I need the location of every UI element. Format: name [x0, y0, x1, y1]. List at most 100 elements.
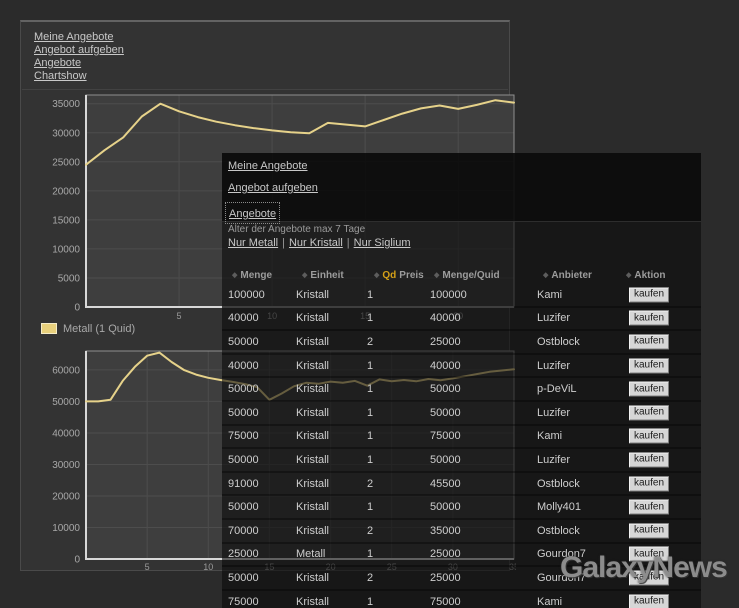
cell-anbieter: Luzifer	[537, 360, 570, 372]
svg-text:30000: 30000	[52, 460, 80, 471]
popup-menu: Meine Angebote Angebot aufgeben Angebote	[222, 153, 701, 222]
cell-menge-quid: 100000	[430, 289, 467, 301]
kaufen-button[interactable]: kaufen	[629, 523, 669, 538]
cell-menge: 40000	[228, 360, 259, 372]
sort-icon: ◆	[302, 272, 307, 279]
filter-nur-metall[interactable]: Nur Metall	[228, 237, 278, 249]
cell-anbieter: Ostblock	[537, 525, 580, 537]
popup-link-meine-angebote[interactable]: Meine Angebote	[228, 160, 308, 172]
kaufen-button[interactable]: kaufen	[629, 452, 669, 467]
cell-anbieter: Ostblock	[537, 478, 580, 490]
cell-menge: 40000	[228, 312, 259, 324]
menu-link-angebote[interactable]: Angebote	[34, 57, 124, 70]
sort-icon: ◆	[543, 272, 548, 279]
popup-link-angebot-aufgeben[interactable]: Angebot aufgeben	[228, 182, 318, 194]
sort-icon: ◆	[232, 272, 237, 279]
table-row: 75000Kristall175000Kamikaufen	[222, 426, 701, 450]
table-row: 25000Metall125000Gourdon7kaufen	[222, 544, 701, 568]
kaufen-button[interactable]: kaufen	[629, 500, 669, 515]
offers-table-body: 100000Kristall1100000Kamikaufen40000Kris…	[222, 284, 701, 608]
cell-menge-quid: 75000	[430, 430, 461, 442]
column-header-label: Aktion	[634, 270, 665, 281]
kaufen-button[interactable]: kaufen	[629, 594, 669, 608]
offer-age-note: Alter der Angebote max 7 Tage	[228, 224, 365, 235]
sort-icon: ◆	[626, 272, 631, 279]
column-header-einheit[interactable]: ◆Einheit	[302, 270, 344, 281]
kaufen-button[interactable]: kaufen	[629, 287, 669, 302]
cell-einheit: Kristall	[296, 312, 329, 324]
kaufen-button[interactable]: kaufen	[629, 476, 669, 491]
cell-menge-quid: 35000	[430, 525, 461, 537]
filter-nur-siglium[interactable]: Nur Siglium	[354, 237, 411, 249]
cell-anbieter: Ostblock	[537, 336, 580, 348]
table-row: 40000Kristall140000Luziferkaufen	[222, 355, 701, 379]
svg-text:5000: 5000	[58, 273, 81, 284]
cell-preis: 1	[367, 360, 373, 372]
cell-preis: 1	[367, 407, 373, 419]
cell-preis: 1	[367, 501, 373, 513]
cell-menge-quid: 75000	[430, 596, 461, 608]
column-header-label: Einheit	[310, 270, 343, 281]
kaufen-button[interactable]: kaufen	[629, 429, 669, 444]
table-row: 91000Kristall245500Ostblockkaufen	[222, 473, 701, 497]
cell-preis: 1	[367, 596, 373, 608]
svg-text:25000: 25000	[52, 157, 80, 168]
legend-label: Metall (1 Quid)	[63, 323, 135, 335]
popup-link-angebote[interactable]: Angebote	[229, 208, 276, 220]
table-row: 50000Kristall150000p-DeViLkaufen	[222, 378, 701, 402]
cell-anbieter: Gourdon7	[537, 548, 586, 560]
cell-anbieter: Kami	[537, 596, 562, 608]
cell-menge: 50000	[228, 336, 259, 348]
svg-text:5: 5	[145, 562, 150, 572]
kaufen-button[interactable]: kaufen	[629, 382, 669, 397]
column-header-anbieter[interactable]: ◆Anbieter	[543, 270, 592, 281]
column-header-menge-quid[interactable]: ◆Menge/Quid	[434, 270, 500, 281]
kaufen-button[interactable]: kaufen	[629, 358, 669, 373]
cell-menge: 50000	[228, 454, 259, 466]
cell-einheit: Kristall	[296, 478, 329, 490]
cell-menge: 50000	[228, 501, 259, 513]
cell-menge: 75000	[228, 430, 259, 442]
menu-link-angebot-aufgeben[interactable]: Angebot aufgeben	[34, 44, 124, 57]
table-row: 100000Kristall1100000Kamikaufen	[222, 284, 701, 308]
cell-menge: 75000	[228, 596, 259, 608]
cell-einheit: Kristall	[296, 430, 329, 442]
svg-text:30000: 30000	[52, 128, 80, 139]
chart-legend: Metall (1 Quid)	[41, 323, 135, 337]
menu-link-chartshow[interactable]: Chartshow	[34, 70, 124, 83]
cell-menge: 50000	[228, 572, 259, 584]
cell-menge: 50000	[228, 407, 259, 419]
svg-text:20000: 20000	[52, 186, 80, 197]
cell-menge: 25000	[228, 548, 259, 560]
cell-menge: 91000	[228, 478, 259, 490]
column-header-preis[interactable]: ◆QdPreis	[374, 270, 424, 281]
cell-einheit: Kristall	[296, 289, 329, 301]
cell-anbieter: p-DeViL	[537, 383, 577, 395]
kaufen-button[interactable]: kaufen	[629, 311, 669, 326]
svg-text:10000: 10000	[52, 523, 80, 534]
kaufen-button[interactable]: kaufen	[629, 405, 669, 420]
cell-menge-quid: 25000	[430, 572, 461, 584]
filter-nur-kristall[interactable]: Nur Kristall	[289, 237, 343, 249]
cell-preis: 1	[367, 454, 373, 466]
svg-text:40000: 40000	[52, 428, 80, 439]
cell-einheit: Kristall	[296, 572, 329, 584]
sort-icon: ◆	[374, 272, 379, 279]
cell-menge-quid: 50000	[430, 501, 461, 513]
kaufen-button[interactable]: kaufen	[629, 334, 669, 349]
currency-badge: Qd	[382, 270, 396, 281]
column-header-label: Preis	[399, 270, 423, 281]
svg-text:20000: 20000	[52, 491, 80, 502]
panel-menu: Meine Angebote Angebot aufgeben Angebote…	[34, 31, 124, 83]
sort-icon: ◆	[434, 272, 439, 279]
cell-preis: 2	[367, 525, 373, 537]
table-row: 50000Kristall225000Ostblockkaufen	[222, 331, 701, 355]
kaufen-button[interactable]: kaufen	[629, 570, 669, 585]
menu-link-meine-angebote[interactable]: Meine Angebote	[34, 31, 124, 44]
cell-preis: 1	[367, 548, 373, 560]
svg-text:0: 0	[74, 303, 80, 314]
column-header-menge[interactable]: ◆Menge	[232, 270, 272, 281]
cell-einheit: Kristall	[296, 336, 329, 348]
kaufen-button[interactable]: kaufen	[629, 547, 669, 562]
column-header-aktion[interactable]: ◆Aktion	[626, 270, 666, 281]
